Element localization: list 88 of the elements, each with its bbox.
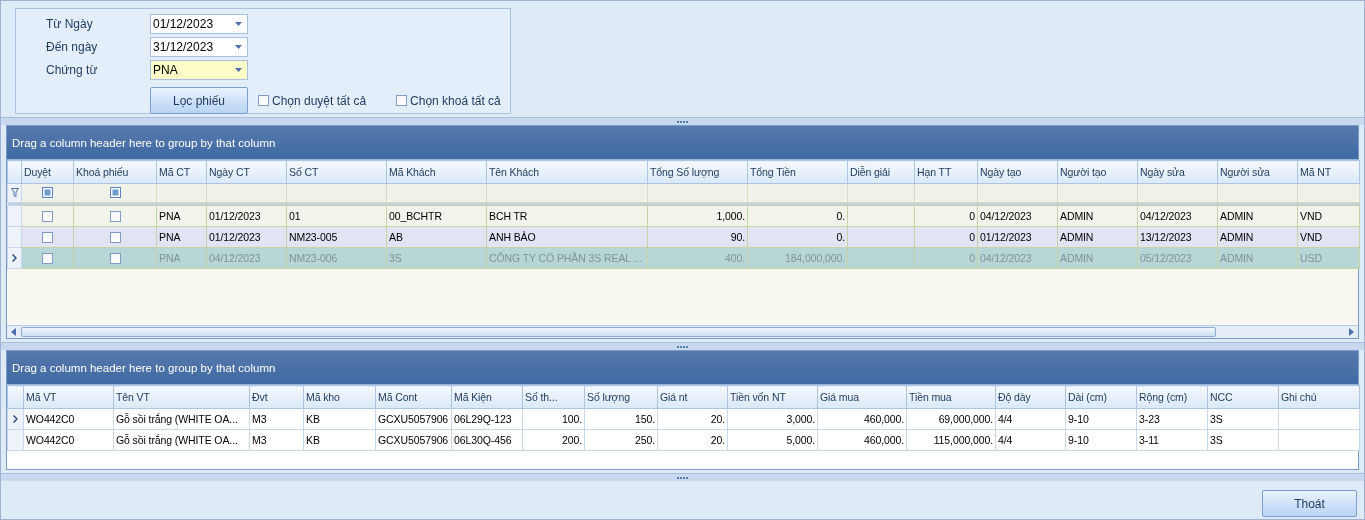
column-header[interactable]: Hạn TT (914, 160, 978, 184)
checkbox[interactable]: Chọn duyệt tất cả (258, 93, 367, 108)
column-header[interactable]: Ngày CT (206, 160, 287, 184)
column-header[interactable]: Số th... (522, 385, 585, 409)
column-header[interactable]: Duyệt (21, 160, 74, 184)
chevron-icon (12, 254, 17, 262)
row-indicator-header (7, 385, 24, 409)
row-indicator[interactable] (7, 247, 22, 269)
column-header[interactable]: Giá mua (817, 385, 907, 409)
column-header[interactable]: Mã kho (303, 385, 376, 409)
grip-icon (677, 476, 688, 479)
column-header[interactable]: Độ dày (995, 385, 1066, 409)
column-header[interactable]: Mã CT (156, 160, 207, 184)
table-cell: VND (1297, 205, 1360, 227)
column-header[interactable]: Ngày sửa (1137, 160, 1218, 184)
column-header[interactable]: Tổng Số lượng (647, 160, 748, 184)
table-cell (847, 205, 915, 227)
checkbox-icon[interactable] (42, 232, 53, 244)
column-header[interactable]: Số CT (286, 160, 387, 184)
column-header[interactable]: Ghi chú (1278, 385, 1360, 409)
column-header[interactable]: Mã NT (1297, 160, 1360, 184)
table-cell: 0 (914, 205, 978, 227)
filter-button[interactable]: Lọc phiếu (150, 87, 248, 114)
caret-icon (235, 45, 242, 49)
checkbox-icon[interactable] (258, 95, 269, 106)
checkbox-icon[interactable] (109, 253, 121, 265)
column-header[interactable]: Mã VT (23, 385, 114, 409)
dropdown-field[interactable]: 01/12/2023 (150, 14, 248, 34)
column-header[interactable]: Mã Kiện (451, 385, 523, 409)
caret-icon (235, 22, 242, 26)
grip-icon (677, 345, 688, 348)
column-header[interactable]: Số lượng (584, 385, 658, 409)
column-header[interactable]: Ngày tạo (977, 160, 1058, 184)
caret-icon (235, 68, 242, 72)
exit-button[interactable]: Thoát (1262, 490, 1357, 517)
checkbox-cell[interactable] (21, 205, 74, 227)
table-cell: 04/12/2023 (1137, 205, 1218, 227)
grip-icon (677, 120, 688, 123)
column-header[interactable]: Tên Khách (486, 160, 648, 184)
column-header[interactable]: Khoá phiếu (73, 160, 157, 184)
dropdown-field[interactable]: PNA (150, 60, 248, 80)
row-indicator[interactable] (7, 408, 24, 430)
field-label: Đến ngày (46, 40, 99, 54)
scrollbar-thumb[interactable] (21, 327, 1216, 337)
table-cell: 1,000. (647, 205, 748, 227)
scroll-left-icon[interactable] (10, 328, 18, 336)
column-header[interactable]: Tên VT (113, 385, 250, 409)
column-header[interactable]: NCC (1207, 385, 1279, 409)
table-cell: 0. (747, 205, 848, 227)
dropdown-field[interactable]: 31/12/2023 (150, 37, 248, 57)
checkbox-icon[interactable] (396, 95, 408, 106)
column-header[interactable]: Giá nt (657, 385, 728, 409)
horizontal-scrollbar[interactable] (7, 325, 1358, 338)
checkbox[interactable]: Chọn khoá tất cả (396, 93, 501, 108)
table-cell: 04/12/2023 (977, 205, 1058, 227)
row-indicator-header (7, 160, 22, 184)
scroll-right-icon[interactable] (1347, 328, 1355, 336)
filter-icon (10, 188, 19, 197)
field-label: Chứng từ (46, 63, 99, 77)
column-header[interactable]: Đvt (249, 385, 304, 409)
checkbox-icon[interactable] (109, 232, 121, 244)
table-cell: BCH TR (486, 205, 648, 227)
column-header[interactable]: Người tạo (1057, 160, 1138, 184)
filter-checkbox-icon[interactable] (109, 186, 121, 198)
checkbox-icon[interactable] (42, 211, 53, 223)
table-cell: ADMIN (1217, 205, 1298, 227)
group-hint: Drag a column header here to group by that column (12, 136, 276, 149)
checkbox-cell[interactable] (73, 205, 157, 227)
column-header[interactable]: Tiền vốn NT (727, 385, 818, 409)
column-header[interactable]: Tổng Tiền (747, 160, 848, 184)
table-cell: 01/12/2023 (206, 205, 287, 227)
group-hint: Drag a column header here to group by that column (12, 361, 276, 374)
field-label: Từ Ngày (46, 17, 94, 31)
table-cell: 01 (286, 205, 387, 227)
column-header[interactable]: Mã Khách (386, 160, 487, 184)
table-cell: PNA (156, 205, 207, 227)
table-cell: 00_BCHTR (386, 205, 487, 227)
filter-checkbox-icon[interactable] (42, 186, 53, 198)
table-cell: ADMIN (1057, 205, 1138, 227)
checkbox-icon[interactable] (109, 211, 121, 223)
column-header[interactable]: Rộng (cm) (1136, 385, 1208, 409)
chevron-icon (13, 415, 18, 423)
column-header[interactable]: Mã Cont (375, 385, 452, 409)
column-header[interactable]: Tiền mua (906, 385, 996, 409)
column-header[interactable]: Diễn giải (847, 160, 915, 184)
column-header[interactable]: Dài (cm) (1065, 385, 1137, 409)
column-header[interactable]: Người sửa (1217, 160, 1298, 184)
checkbox-icon[interactable] (42, 253, 53, 265)
